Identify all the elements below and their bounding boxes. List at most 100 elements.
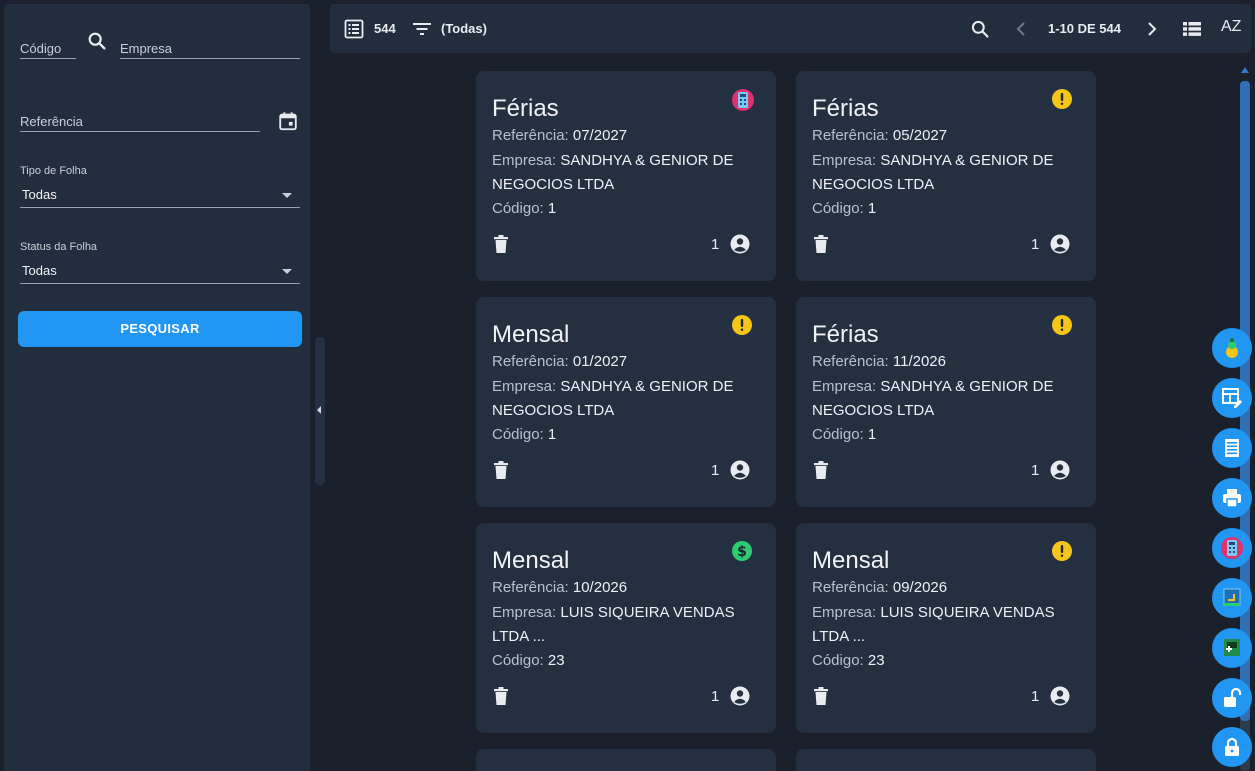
status-folha-select[interactable]: Todas [20,260,300,284]
dollar-icon[interactable]: $ [731,540,753,562]
person-icon[interactable] [1050,460,1070,480]
status-folha-label: Status da Folha [20,241,98,253]
card-codigo: Código: 23 [812,652,885,669]
card-empresa: Empresa: SANDHYA & GENIOR DE NEGOCIOS LT… [812,378,1054,419]
chevron-down-icon [282,193,292,198]
list-icon[interactable] [344,19,364,44]
trash-icon[interactable] [494,461,508,479]
person-icon[interactable] [1050,686,1070,706]
card-codigo: Código: 23 [492,652,565,669]
employee-count: 1 [1031,462,1040,479]
card-referencia: Referência: 09/2026 [812,579,948,596]
calendar-icon[interactable] [277,110,301,134]
card-empresa: Empresa: LUIS SIQUEIRA VENDAS LTDA ... [492,604,735,645]
payroll-card[interactable]: Mensal Referência: 01/2027 Empresa: SANDHY… [476,297,776,507]
scroll-up-arrow[interactable] [1241,67,1249,73]
sort-az-icon[interactable]: AZ [1221,18,1241,36]
toolbar: 544 (Todas) 1-10 DE 544 AZ [330,4,1251,53]
chevron-left-icon[interactable] [1016,21,1026,42]
payroll-card[interactable]: Mensal Referência: 09/2026 Empresa: LUIS S… [796,523,1096,733]
warning-icon[interactable] [731,314,753,336]
search-button[interactable]: PESQUISAR [18,311,302,347]
person-icon[interactable] [730,460,750,480]
payroll-card[interactable]: Férias Referência: 07/2027 Empresa: SANDHY… [476,71,776,281]
card-codigo: Código: 1 [812,426,877,443]
card-title: Férias [492,95,559,122]
card-referencia: Referência: 07/2027 [492,127,628,144]
monitor-icon [1223,588,1241,606]
trash-icon[interactable] [814,235,828,253]
app-window: Código Empresa Referência Tipo de Folha … [0,0,1255,771]
trash-icon[interactable] [494,235,508,253]
card-empresa: Empresa: SANDHYA & GENIOR DE NEGOCIOS LT… [812,152,1054,193]
lock-fab[interactable] [1212,727,1252,767]
card-codigo: Código: 1 [812,200,877,217]
add-fab[interactable] [1212,628,1252,668]
payroll-card-partial[interactable] [796,749,1096,771]
tipo-folha-label: Tipo de Folha [20,165,87,177]
chevron-right-icon[interactable] [1147,21,1157,42]
employee-count: 1 [1031,688,1040,705]
view-list-icon[interactable] [1182,21,1202,42]
sidebar-collapse-handle[interactable] [315,337,325,485]
empresa-field[interactable]: Empresa [120,35,300,59]
payroll-card-partial[interactable] [476,749,776,771]
chevron-down-icon [282,269,292,274]
trash-icon[interactable] [814,461,828,479]
referencia-label: Referência [20,114,83,129]
record-count: 544 [374,21,396,36]
employee-count: 1 [711,688,720,705]
filter-sidebar: Código Empresa Referência Tipo de Folha … [4,4,310,771]
monitor-fab[interactable] [1212,578,1252,618]
card-referencia: Referência: 10/2026 [492,579,628,596]
add-box-icon [1224,639,1240,656]
referencia-field[interactable]: Referência [20,108,260,132]
warning-icon[interactable] [1051,314,1073,336]
card-empresa: Empresa: LUIS SIQUEIRA VENDAS LTDA ... [812,604,1055,645]
person-icon[interactable] [730,234,750,254]
filter-icon[interactable] [412,21,432,42]
search-icon[interactable] [86,30,108,52]
card-referencia: Referência: 11/2026 [812,353,946,370]
print-fab[interactable] [1212,478,1252,518]
search-icon[interactable] [970,19,990,44]
print-icon [1223,489,1241,508]
status-folha-value: Todas [22,263,57,278]
card-codigo: Código: 1 [492,200,557,217]
card-codigo: Código: 1 [492,426,557,443]
codigo-field[interactable]: Código [20,35,76,59]
card-title: Férias [812,95,879,122]
card-empresa: Empresa: SANDHYA & GENIOR DE NEGOCIOS LT… [492,152,734,193]
card-referencia: Referência: 01/2027 [492,353,628,370]
coin-fab[interactable] [1212,328,1252,368]
person-icon[interactable] [730,686,750,706]
warning-icon[interactable] [1051,88,1073,110]
calculator-fab[interactable] [1212,528,1252,568]
unlock-fab[interactable] [1212,678,1252,718]
payroll-card[interactable]: Férias Referência: 05/2027 Empresa: SANDHY… [796,71,1096,281]
payroll-card[interactable]: Mensal $ Referência: 10/2026 Empresa: LUIS … [476,523,776,733]
employee-count: 1 [711,236,720,253]
document-fab[interactable] [1212,428,1252,468]
tipo-folha-value: Todas [22,187,57,202]
table-edit-fab[interactable] [1212,378,1252,418]
card-referencia: Referência: 05/2027 [812,127,948,144]
warning-icon[interactable] [1051,540,1073,562]
filter-value[interactable]: (Todas) [441,21,487,36]
trash-icon[interactable] [494,687,508,705]
tipo-folha-select[interactable]: Todas [20,184,300,208]
employee-count: 1 [1031,236,1040,253]
employee-count: 1 [711,462,720,479]
calculator-icon[interactable] [731,88,754,111]
trash-icon[interactable] [814,687,828,705]
card-title: Mensal [812,547,890,574]
person-icon[interactable] [1050,234,1070,254]
calculator-icon [1221,537,1243,559]
collapse-arrow-icon [317,406,321,414]
svg-text:$: $ [737,544,747,560]
document-list-icon [1225,439,1239,457]
payroll-card[interactable]: Férias Referência: 11/2026 Empresa: SANDHY… [796,297,1096,507]
lock-icon [1225,737,1239,756]
unlock-icon [1224,687,1242,707]
pagination-label: 1-10 DE 544 [1048,21,1121,36]
